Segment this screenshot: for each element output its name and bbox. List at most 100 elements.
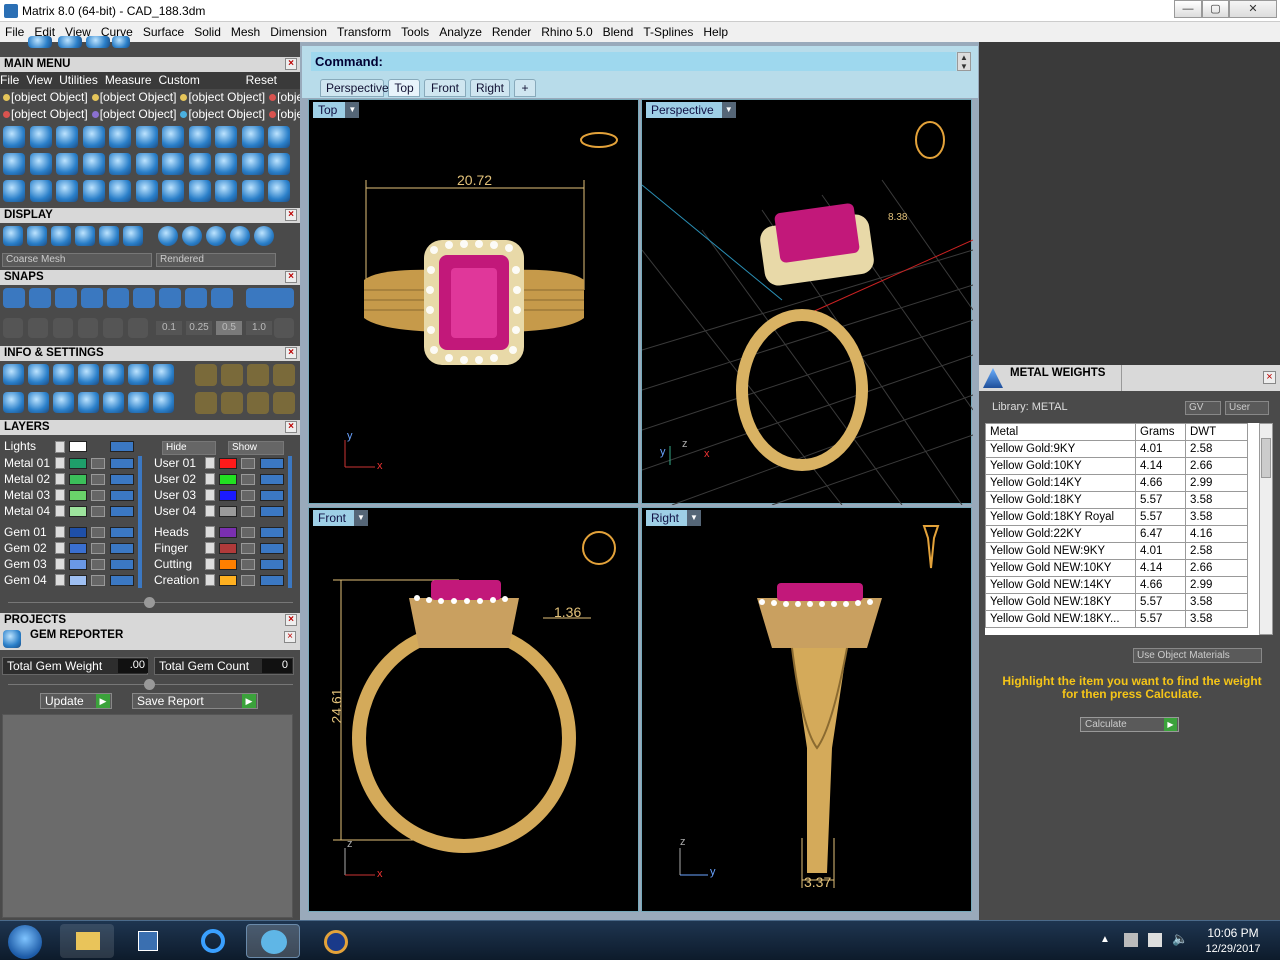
- layer-color-swatch[interactable]: [69, 506, 87, 517]
- menu-analyze[interactable]: Analyze: [434, 22, 487, 39]
- menu-file[interactable]: File: [0, 22, 29, 39]
- snap-icon[interactable]: [211, 288, 233, 308]
- snap-icon[interactable]: [159, 288, 181, 308]
- lock-icon[interactable]: [91, 490, 105, 501]
- show-button[interactable]: Show: [228, 441, 284, 455]
- close-icon[interactable]: ×: [285, 421, 297, 433]
- menu-tools[interactable]: Tools: [396, 22, 434, 39]
- tool-icon[interactable]: [82, 153, 105, 175]
- snap-icon[interactable]: [133, 288, 155, 308]
- lock-icon[interactable]: [241, 543, 255, 554]
- layer-name[interactable]: Metal 04: [4, 504, 50, 519]
- viewport-perspective-label[interactable]: Perspective ▼: [646, 102, 736, 118]
- layer-name[interactable]: Creation: [154, 573, 199, 588]
- snap-icon[interactable]: [55, 288, 77, 308]
- snap-icon[interactable]: [3, 318, 23, 338]
- table-row[interactable]: Yellow Gold:9KY 4.01 2.58: [985, 440, 1248, 458]
- quick-icon[interactable]: [112, 36, 130, 48]
- gv-toggle[interactable]: GV: [1185, 401, 1221, 415]
- layer-color-swatch[interactable]: [69, 474, 87, 485]
- tool-icon[interactable]: [188, 180, 211, 202]
- matrix-taskbar-icon[interactable]: [246, 924, 300, 958]
- lock-icon[interactable]: [91, 474, 105, 485]
- snap-value-0.25[interactable]: 0.25: [186, 321, 212, 335]
- table-row[interactable]: Yellow Gold NEW:10KY 4.14 2.66: [985, 559, 1248, 577]
- table-row[interactable]: Yellow Gold:14KY 4.66 2.99: [985, 474, 1248, 492]
- display-mode-icon[interactable]: [75, 226, 95, 246]
- tool-icon[interactable]: [109, 153, 131, 175]
- arrow-icon[interactable]: [205, 574, 215, 586]
- main-menu-item-curve[interactable]: [object Object]: [3, 89, 88, 106]
- viewport-tab-perspective[interactable]: Perspective: [320, 79, 389, 97]
- arrow-icon[interactable]: [205, 505, 215, 517]
- layer-visibility-toggle[interactable]: [110, 559, 134, 570]
- scroll-thumb[interactable]: [1261, 438, 1271, 478]
- menu-render[interactable]: Render: [487, 22, 536, 39]
- reset-button[interactable]: Reset: [246, 72, 277, 89]
- menu-surface[interactable]: Surface: [138, 22, 189, 39]
- snap-icon[interactable]: [3, 288, 25, 308]
- layer-color-swatch[interactable]: [219, 559, 237, 570]
- layer-visibility-toggle[interactable]: [110, 506, 134, 517]
- tool-icon[interactable]: [162, 126, 184, 148]
- layer-color-swatch[interactable]: [69, 490, 87, 501]
- layer-visibility-toggle[interactable]: [110, 527, 134, 538]
- layer-name[interactable]: Gem 04: [4, 573, 47, 588]
- layer-color-swatch[interactable]: [219, 575, 237, 586]
- snap-value-0.5[interactable]: 0.5: [216, 321, 242, 335]
- tool-icon[interactable]: [135, 180, 158, 202]
- table-row[interactable]: Yellow Gold NEW:18KY 5.57 3.58: [985, 593, 1248, 611]
- viewport-right-label[interactable]: Right ▼: [646, 510, 702, 526]
- arrow-icon[interactable]: [55, 473, 65, 485]
- menu-solid[interactable]: Solid: [189, 22, 226, 39]
- arrow-icon[interactable]: [205, 473, 215, 485]
- layer-name[interactable]: Cutting: [154, 557, 192, 572]
- layer-visibility-toggle[interactable]: [260, 543, 284, 554]
- lights-toggle[interactable]: [110, 441, 134, 452]
- menu-transform[interactable]: Transform: [332, 22, 396, 39]
- tool-icon[interactable]: [188, 153, 211, 175]
- layer-color-swatch[interactable]: [219, 527, 237, 538]
- layer-color-swatch[interactable]: [219, 474, 237, 485]
- layer-visibility-toggle[interactable]: [110, 543, 134, 554]
- mesh-select[interactable]: Coarse Mesh: [2, 253, 152, 267]
- collapse-icon[interactable]: [144, 679, 155, 690]
- clock-date[interactable]: 12/29/2017: [1198, 943, 1268, 955]
- lock-icon[interactable]: [91, 527, 105, 538]
- tool-icon[interactable]: [3, 180, 25, 202]
- layer-name[interactable]: Finger: [154, 541, 188, 556]
- layer-name[interactable]: User 04: [154, 504, 196, 519]
- layer-visibility-toggle[interactable]: [110, 458, 134, 469]
- layer-visibility-toggle[interactable]: [260, 474, 284, 485]
- arrow-icon[interactable]: [55, 505, 65, 517]
- layer-name[interactable]: Metal 03: [4, 488, 50, 503]
- layer-name[interactable]: Gem 03: [4, 557, 47, 572]
- layer-scroll-bar[interactable]: [288, 456, 292, 588]
- tool-icon[interactable]: [268, 126, 290, 148]
- layer-tool-icon[interactable]: [195, 392, 217, 414]
- display-mode-icon[interactable]: [99, 226, 119, 246]
- table-row[interactable]: Yellow Gold:18KY 5.57 3.58: [985, 491, 1248, 509]
- render-mode-select[interactable]: Rendered: [156, 253, 276, 267]
- tool-icon[interactable]: [82, 180, 105, 202]
- material-sphere-icon[interactable]: [158, 226, 178, 246]
- layer-color-swatch[interactable]: [69, 543, 87, 554]
- table-row[interactable]: Yellow Gold NEW:18KY... 5.57 3.58: [985, 610, 1248, 628]
- tool-icon[interactable]: [3, 126, 25, 148]
- start-button[interactable]: [8, 925, 42, 959]
- tool-icon[interactable]: [109, 126, 131, 148]
- tray-volume-icon[interactable]: 🔈: [1172, 931, 1188, 947]
- arrow-icon[interactable]: [205, 457, 215, 469]
- layer-tool-icon[interactable]: [221, 392, 243, 414]
- layer-visibility-toggle[interactable]: [110, 474, 134, 485]
- layer-visibility-toggle[interactable]: [260, 506, 284, 517]
- main-menu-item-solid[interactable]: [object Object]: [180, 89, 265, 106]
- submenu-custom[interactable]: Custom: [159, 72, 200, 89]
- tray-network-icon[interactable]: [1148, 933, 1162, 947]
- layer-name[interactable]: Metal 01: [4, 456, 50, 471]
- main-menu-item-builder[interactable]: [object Object]: [3, 106, 88, 123]
- settings-icon[interactable]: [28, 364, 49, 385]
- settings-icon[interactable]: [153, 364, 174, 385]
- tool-icon[interactable]: [241, 153, 264, 175]
- layer-tool-icon[interactable]: [195, 364, 217, 386]
